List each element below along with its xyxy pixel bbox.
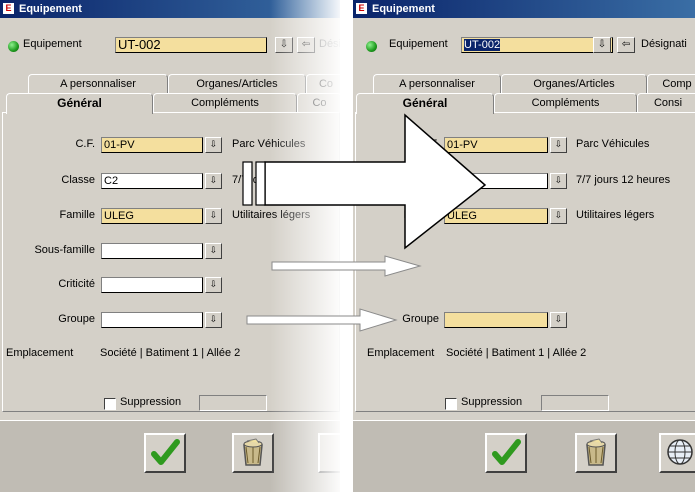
groupe-input[interactable] bbox=[444, 312, 548, 328]
trash-icon bbox=[586, 438, 606, 466]
ok-button[interactable] bbox=[485, 433, 527, 473]
delete-button[interactable] bbox=[575, 433, 617, 473]
classe-input[interactable]: C2 bbox=[101, 173, 203, 189]
tab-general[interactable]: Général bbox=[6, 93, 153, 114]
ok-button[interactable] bbox=[144, 433, 186, 473]
button-bar bbox=[353, 420, 695, 492]
cf-description: Parc Véhicules bbox=[576, 138, 650, 150]
designation-label: Désig bbox=[319, 38, 340, 50]
tab-organes-articles[interactable]: Organes/Articles bbox=[168, 74, 306, 93]
suppression-checkbox[interactable] bbox=[445, 398, 457, 410]
dropdown-arrow-icon[interactable]: ⇩ bbox=[205, 208, 222, 224]
dropdown-arrow-icon[interactable]: ⇩ bbox=[205, 277, 222, 293]
groupe-label: Groupe bbox=[58, 313, 95, 325]
tab-a-personnaliser[interactable]: A personnaliser bbox=[28, 74, 168, 93]
tab-complements[interactable]: Compléments bbox=[494, 93, 637, 112]
window-title: Equipement bbox=[372, 3, 435, 15]
status-dot-icon bbox=[8, 41, 19, 52]
equipement-label: Equipement bbox=[389, 38, 448, 50]
dropdown-arrow-icon[interactable]: ⇩ bbox=[550, 137, 567, 153]
designation-label: Désignati bbox=[641, 38, 687, 50]
cf-description: Parc Véhicules bbox=[232, 138, 306, 150]
dropdown-arrow-icon[interactable]: ⇩ bbox=[550, 312, 567, 328]
status-dot-icon bbox=[366, 41, 377, 52]
emplacement-value: Société | Batiment 1 | Allée 2 bbox=[100, 347, 241, 359]
tab-general[interactable]: Général bbox=[356, 93, 494, 114]
cf-input[interactable]: 01-PV bbox=[101, 137, 203, 153]
tab-co-row2[interactable]: Co bbox=[297, 93, 340, 112]
suppression-label: Suppression bbox=[461, 396, 523, 408]
classe-input[interactable]: C2 bbox=[444, 173, 548, 189]
tab-consignes[interactable]: Consi bbox=[637, 93, 695, 112]
dropdown-arrow-icon[interactable]: ⇩ bbox=[550, 173, 567, 189]
famille-label: Famille bbox=[59, 209, 95, 221]
suppression-label: Suppression bbox=[120, 396, 182, 408]
tab-complements[interactable]: Compléments bbox=[153, 93, 297, 112]
titlebar-right: E Equipement bbox=[353, 0, 695, 18]
window-title: Equipement bbox=[19, 3, 82, 15]
classe-description: 7/7 jours 12 heures bbox=[576, 174, 671, 186]
famille-input[interactable]: ULEG bbox=[444, 208, 548, 224]
classe-description: 7/7 jours bbox=[232, 174, 275, 186]
app-icon: E bbox=[3, 3, 14, 14]
famille-description: Utilitaires légers bbox=[576, 209, 655, 221]
tab-panel bbox=[2, 112, 340, 412]
equipement-input[interactable]: UT-002 bbox=[461, 37, 613, 53]
emplacement-label: Emplacement bbox=[6, 347, 74, 359]
groupe-input[interactable] bbox=[101, 312, 203, 328]
globe-button[interactable] bbox=[659, 433, 695, 473]
tab-co-row1[interactable]: Co bbox=[306, 74, 340, 93]
emplacement-value: Société | Batiment 1 | Allée 2 bbox=[446, 347, 587, 359]
tab-organes-articles[interactable]: Organes/Articles bbox=[501, 74, 647, 93]
dropdown-arrow-icon[interactable]: ⇩ bbox=[205, 243, 222, 259]
titlebar-left: E Equipement bbox=[0, 0, 340, 18]
dropdown-arrow-icon[interactable]: ⇩ bbox=[550, 208, 567, 224]
globe-icon bbox=[667, 439, 693, 465]
tab-a-personnaliser[interactable]: A personnaliser bbox=[373, 74, 501, 93]
sous-famille-label: Sous-famille bbox=[34, 244, 95, 256]
famille-input[interactable]: ULEG bbox=[101, 208, 203, 224]
button-bar bbox=[0, 420, 340, 492]
classe-label: Classe bbox=[61, 174, 95, 186]
window-left: E Equipement Equipement UT-002 ⇩ ⇦ Désig… bbox=[0, 0, 340, 492]
suppression-field bbox=[541, 395, 609, 411]
dropdown-arrow-icon[interactable]: ⇩ bbox=[205, 137, 222, 153]
back-arrow-icon[interactable]: ⇦ bbox=[297, 37, 315, 53]
famille-description: Utilitaires légers bbox=[232, 209, 311, 221]
tab-panel bbox=[355, 112, 695, 412]
dropdown-arrow-icon[interactable]: ⇩ bbox=[593, 37, 611, 53]
globe-button[interactable] bbox=[318, 433, 340, 473]
criticite-label: Criticité bbox=[58, 278, 95, 290]
groupe-label: Groupe bbox=[402, 313, 439, 325]
tab-comp[interactable]: Comp bbox=[647, 74, 695, 93]
suppression-checkbox[interactable] bbox=[104, 398, 116, 410]
emplacement-label: Emplacement bbox=[367, 347, 435, 359]
sous-famille-input[interactable] bbox=[101, 243, 203, 259]
criticite-input[interactable] bbox=[101, 277, 203, 293]
checkmark-icon bbox=[492, 439, 521, 465]
classe-label: Classe bbox=[405, 174, 439, 186]
suppression-field bbox=[199, 395, 267, 411]
equipement-input[interactable]: UT-002 bbox=[115, 37, 267, 53]
equipement-label: Equipement bbox=[23, 38, 82, 50]
checkmark-icon bbox=[151, 439, 180, 465]
cf-label: C.F. bbox=[419, 138, 439, 150]
trash-icon bbox=[243, 438, 263, 466]
dropdown-arrow-icon[interactable]: ⇩ bbox=[205, 312, 222, 328]
back-arrow-icon[interactable]: ⇦ bbox=[617, 37, 635, 53]
window-right: E Equipement Equipement UT-002 ⇩ ⇦ Désig… bbox=[353, 0, 695, 492]
famille-label: Famille bbox=[403, 209, 439, 221]
dropdown-arrow-icon[interactable]: ⇩ bbox=[275, 37, 293, 53]
dropdown-arrow-icon[interactable]: ⇩ bbox=[205, 173, 222, 189]
cf-input[interactable]: 01-PV bbox=[444, 137, 548, 153]
app-icon: E bbox=[356, 3, 367, 14]
cf-label: C.F. bbox=[75, 138, 95, 150]
delete-button[interactable] bbox=[232, 433, 274, 473]
